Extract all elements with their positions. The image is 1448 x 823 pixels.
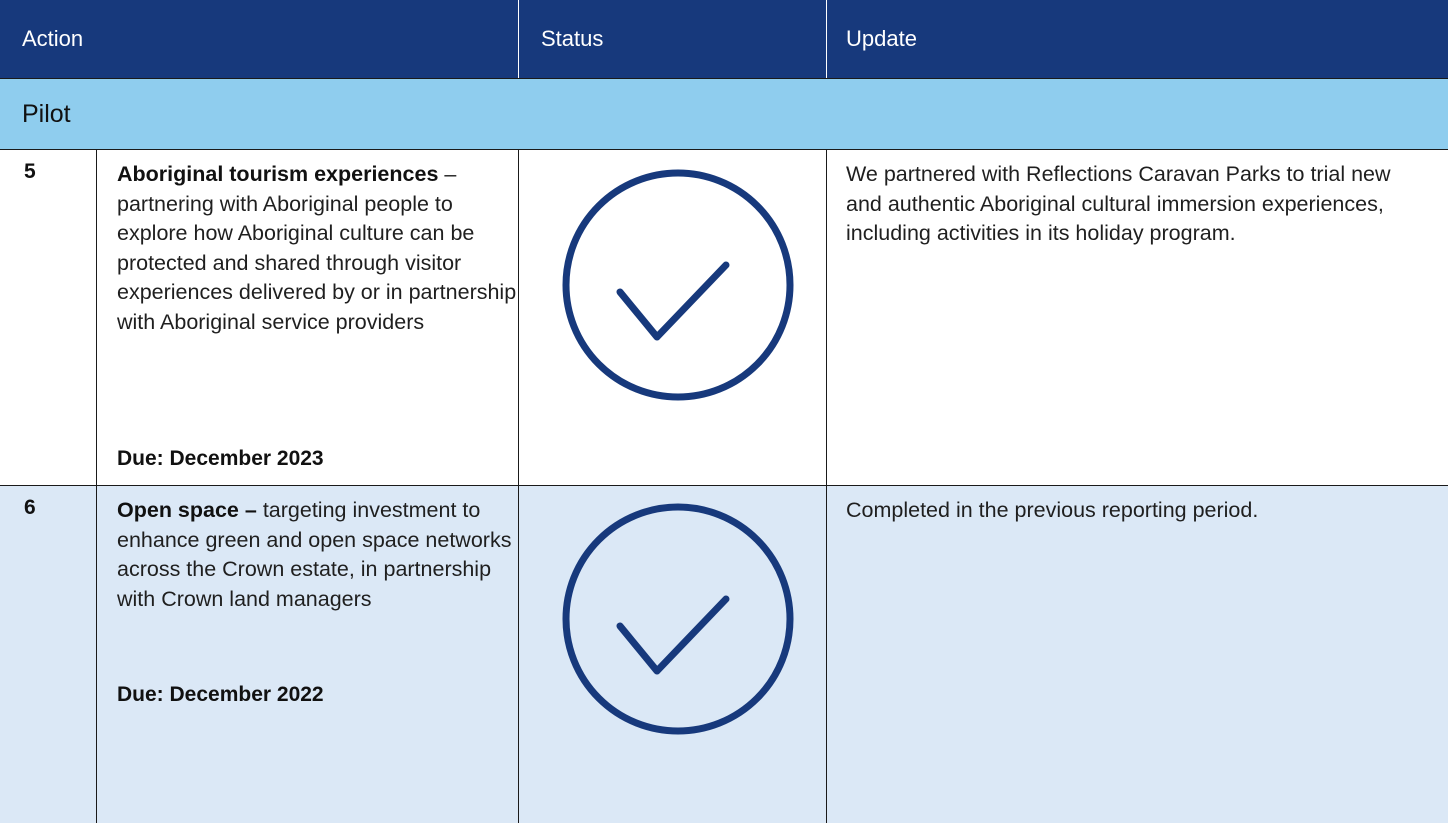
header-divider [518,0,519,78]
action-number: 5 [24,160,36,183]
actions-table: Action Status Update Pilot 5 Aboriginal … [0,0,1448,823]
column-divider [518,150,519,485]
update-text: We partnered with Reflections Caravan Pa… [846,162,1391,245]
update-text: Completed in the previous reporting peri… [846,498,1259,522]
column-divider [826,486,827,823]
column-divider [96,150,97,485]
header-divider [826,0,827,78]
column-divider [826,150,827,485]
due-date: Due: December 2023 [117,447,324,470]
action-title: Open space – [117,498,257,522]
action-description: Aboriginal tourism experiences – partner… [117,160,517,337]
table-header: Action Status Update [0,0,1448,78]
header-status: Status [541,26,604,51]
header-update: Update [846,26,917,51]
section-row: Pilot [0,78,1448,149]
action-body: – partnering with Aboriginal people to e… [117,162,517,334]
section-title: Pilot [22,100,71,128]
check-circle-icon [562,169,794,401]
header-action: Action [22,26,84,51]
due-date: Due: December 2022 [117,683,324,706]
table-row: 6 Open space – targeting investment to e… [0,485,1448,823]
action-title: Aboriginal tourism experiences [117,162,439,186]
table-row: 5 Aboriginal tourism experiences – partn… [0,149,1448,485]
action-description: Open space – targeting investment to enh… [117,496,517,614]
check-circle-icon [562,503,794,735]
column-divider [96,486,97,823]
column-divider [518,486,519,823]
action-number: 6 [24,496,36,519]
